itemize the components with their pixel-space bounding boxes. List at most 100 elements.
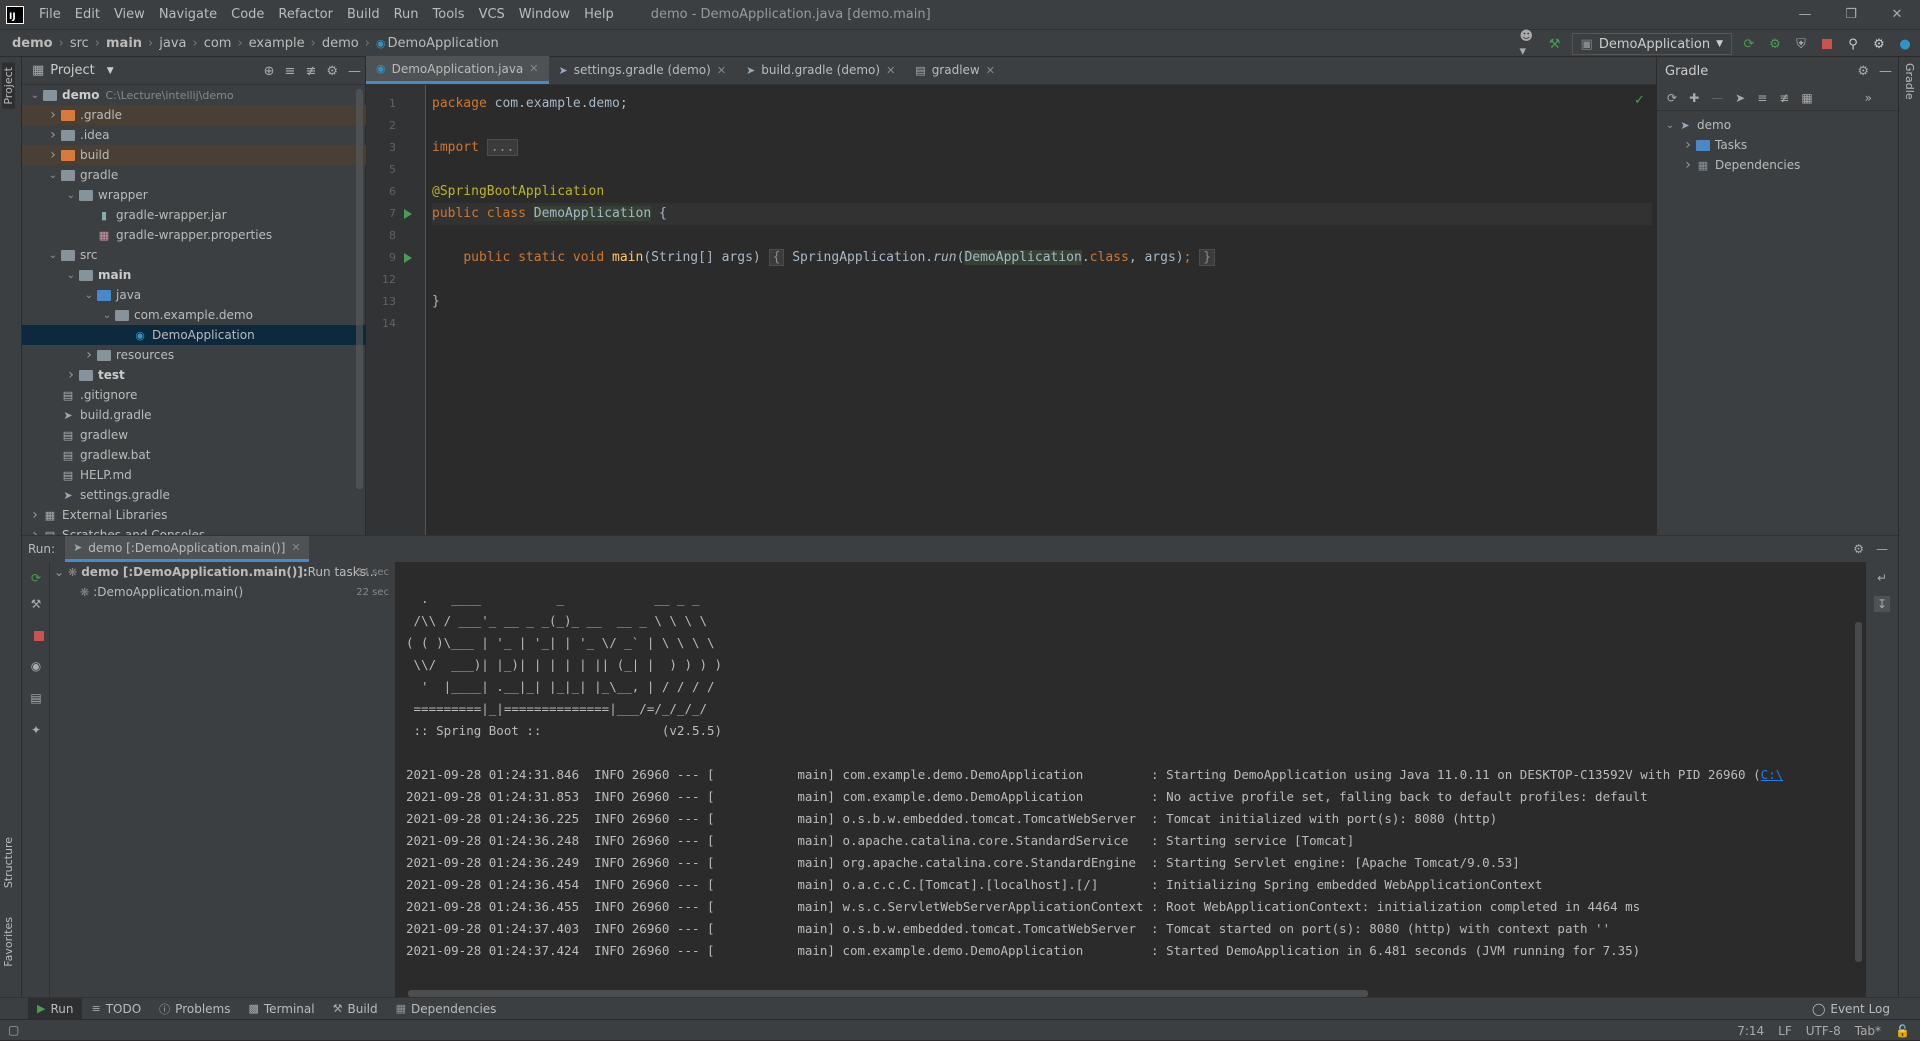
menu-code[interactable]: Code: [224, 7, 271, 22]
editor-tab[interactable]: ➤ build.gradle (demo) ✕: [736, 56, 905, 84]
project-stripe-button[interactable]: Project: [2, 63, 15, 109]
coverage-icon[interactable]: ⛨: [1792, 35, 1810, 53]
file-encoding[interactable]: UTF-8: [1806, 1024, 1841, 1038]
chevron-right-icon[interactable]: ›: [64, 367, 78, 383]
run-gutter-icon[interactable]: [404, 253, 412, 263]
menu-refactor[interactable]: Refactor: [271, 7, 340, 22]
run-tree-item[interactable]: ❋:DemoApplication.main() 22 sec: [50, 582, 395, 602]
cursor-position[interactable]: 7:14: [1737, 1024, 1764, 1038]
gear-icon[interactable]: ⚙: [1853, 542, 1864, 556]
editor-tab[interactable]: ▤ gradlew ✕: [905, 56, 1005, 84]
console-horizontal-scrollbar[interactable]: [408, 990, 1368, 997]
collapse-all-icon[interactable]: ≢: [305, 64, 316, 79]
rerun-icon[interactable]: ⟳: [28, 570, 44, 586]
user-icon[interactable]: ☻▾: [1520, 29, 1538, 59]
menu-navigate[interactable]: Navigate: [152, 7, 224, 22]
chevron-right-icon[interactable]: ›: [1681, 157, 1695, 173]
reload-icon[interactable]: ⟳: [1667, 91, 1677, 105]
structure-stripe-button[interactable]: Structure: [2, 837, 15, 888]
locate-file-icon[interactable]: ⊕: [264, 64, 275, 79]
tree-item[interactable]: ▤ gradlew: [22, 425, 366, 445]
editor-tab[interactable]: ➤ settings.gradle (demo) ✕: [549, 56, 737, 84]
breadcrumb-item[interactable]: java: [159, 36, 186, 51]
tree-item[interactable]: ⌄ java: [22, 285, 366, 305]
chevron-right-icon[interactable]: ›: [46, 127, 60, 143]
plugin-logo-icon[interactable]: ●: [1896, 35, 1914, 53]
bottom-tab-problems[interactable]: ⓘ Problems: [150, 998, 239, 1020]
gradle-stripe-button[interactable]: Gradle: [1903, 63, 1916, 100]
bottom-tab-run[interactable]: ▶ Run: [28, 997, 83, 1020]
line-separator[interactable]: LF: [1778, 1024, 1792, 1038]
menu-build[interactable]: Build: [340, 7, 387, 22]
chevron-down-icon[interactable]: ⌄: [82, 290, 96, 301]
menu-run[interactable]: Run: [387, 7, 426, 22]
tree-item[interactable]: ⌄ src: [22, 245, 366, 265]
project-panel-title[interactable]: Project: [50, 63, 94, 78]
rerun-icon[interactable]: ⟳: [1740, 35, 1758, 53]
chevron-down-icon[interactable]: ⌄: [46, 170, 60, 181]
menu-file[interactable]: File: [32, 7, 68, 22]
minimize-icon[interactable]: —: [1782, 0, 1828, 29]
menu-tools[interactable]: Tools: [426, 7, 472, 22]
chevron-right-icon[interactable]: ›: [1681, 137, 1695, 153]
chevron-down-icon[interactable]: ▼: [107, 66, 114, 76]
inspection-ok-icon[interactable]: ✓: [1634, 93, 1645, 108]
tree-item[interactable]: ⌄ gradle: [22, 165, 366, 185]
pin-icon[interactable]: ✦: [28, 722, 44, 738]
chevron-right-icon[interactable]: ›: [46, 107, 60, 123]
run-tab[interactable]: ➤ demo [:DemoApplication.main()] ✕: [65, 536, 309, 562]
tree-item[interactable]: ▤ HELP.md: [22, 465, 366, 485]
hide-panel-icon[interactable]: —: [1879, 64, 1892, 79]
file-link[interactable]: C:\: [1761, 767, 1784, 782]
execute-task-icon[interactable]: ➤: [1735, 91, 1745, 105]
favorites-stripe-button[interactable]: Favorites: [2, 917, 15, 967]
hide-panel-icon[interactable]: —: [1876, 542, 1888, 556]
close-window-icon[interactable]: ✕: [1874, 0, 1920, 29]
gear-icon[interactable]: ⚙: [1857, 64, 1869, 79]
tree-item[interactable]: ▤ gradlew.bat: [22, 445, 366, 465]
collapse-all-icon[interactable]: ≢: [1779, 91, 1789, 105]
tree-item[interactable]: ➤ settings.gradle: [22, 485, 366, 505]
project-scrollbar[interactable]: [356, 89, 363, 489]
menu-edit[interactable]: Edit: [68, 7, 107, 22]
bottom-tab-todo[interactable]: ≡ TODO: [82, 998, 150, 1020]
menu-view[interactable]: View: [107, 7, 152, 22]
run-gutter-icon[interactable]: [404, 209, 412, 219]
tree-item[interactable]: › ▦ External Libraries: [22, 505, 366, 525]
menu-window[interactable]: Window: [512, 7, 577, 22]
add-icon[interactable]: ✚: [1689, 91, 1699, 105]
settings-icon[interactable]: ⚙: [1870, 35, 1888, 53]
stop-icon[interactable]: [1818, 35, 1836, 53]
gradle-tree-item[interactable]: ⌄ ➤ demo: [1657, 115, 1898, 135]
eye-icon[interactable]: ◉: [28, 658, 44, 674]
run-configuration-select[interactable]: ▣ DemoApplication ▼: [1571, 33, 1732, 55]
chevron-down-icon[interactable]: ⌄: [100, 310, 114, 321]
breadcrumb-item[interactable]: src: [70, 36, 89, 51]
restore-icon[interactable]: ❐: [1828, 0, 1874, 29]
intellij-logo-icon[interactable]: IJ: [6, 5, 24, 24]
wrench-icon[interactable]: ⚒: [28, 596, 44, 612]
close-tab-icon[interactable]: ✕: [291, 541, 300, 554]
chevron-right-icon[interactable]: ›: [82, 347, 96, 363]
breadcrumb-item[interactable]: example: [249, 36, 305, 51]
chevron-down-icon[interactable]: ⌄: [46, 250, 60, 261]
tree-item[interactable]: › .idea: [22, 125, 366, 145]
breadcrumb-item[interactable]: DemoApplication: [388, 36, 499, 51]
tree-item[interactable]: ⌄ main: [22, 265, 366, 285]
event-log-button[interactable]: ◯ Event Log: [1812, 998, 1890, 1020]
tree-item[interactable]: ◉ DemoApplication: [22, 325, 366, 345]
hide-panel-icon[interactable]: —: [348, 64, 361, 79]
dependencies-view-icon[interactable]: ▦: [1801, 91, 1812, 105]
build-hammer-icon[interactable]: ⚒: [1546, 35, 1564, 53]
more-icon[interactable]: »: [1865, 91, 1872, 105]
tree-item[interactable]: ▮ gradle-wrapper.jar: [22, 205, 366, 225]
chevron-down-icon[interactable]: ⌄: [28, 90, 42, 101]
chevron-right-icon[interactable]: ›: [28, 527, 42, 535]
toggle-tool-windows-icon[interactable]: ▢: [8, 1023, 19, 1037]
menu-help[interactable]: Help: [577, 7, 621, 22]
gear-icon[interactable]: ⚙: [326, 64, 338, 79]
layout-icon[interactable]: ▤: [28, 690, 44, 706]
menu-vcs[interactable]: VCS: [472, 7, 512, 22]
chevron-down-icon[interactable]: ⌄: [1663, 120, 1677, 131]
gradle-tree-item[interactable]: › ▦ Dependencies: [1657, 155, 1898, 175]
